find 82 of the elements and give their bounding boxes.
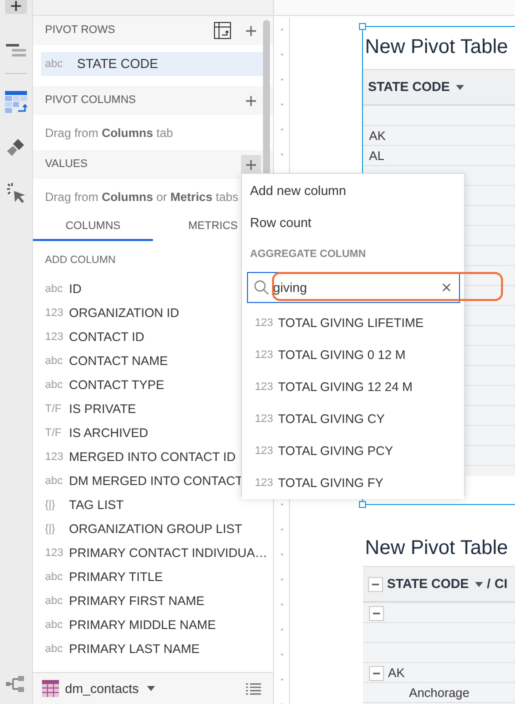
brush-icon[interactable]	[6, 137, 26, 157]
pivot-title: New Pivot Table	[365, 537, 508, 559]
pivot-icon[interactable]	[214, 22, 231, 39]
type-label: abc	[45, 618, 64, 633]
type-label: T/F	[45, 402, 62, 417]
section-title: PIVOT COLUMNS	[45, 93, 137, 108]
plus-icon	[245, 158, 257, 170]
header-separator: /	[486, 575, 490, 594]
column-item[interactable]: ORGANIZATION GROUP LIST	[69, 520, 242, 538]
collapse-icon[interactable]	[368, 576, 383, 592]
clear-icon[interactable]	[442, 283, 451, 292]
collapse-icon[interactable]	[369, 666, 384, 680]
row-label: Anchorage	[409, 684, 470, 702]
resize-handle[interactable]	[359, 23, 366, 30]
tree-icon[interactable]	[6, 676, 26, 692]
layers-icon[interactable]	[6, 44, 26, 58]
section-title: VALUES	[45, 157, 89, 172]
column-item[interactable]: TAG LIST	[69, 496, 124, 514]
menu-item[interactable]: Row count	[242, 207, 464, 239]
add-icon[interactable]	[5, 0, 27, 14]
menu-item[interactable]: 123 TOTAL GIVING LIFETIME	[242, 307, 464, 339]
menu-item[interactable]: 123 TOTAL GIVING PCY	[242, 435, 464, 467]
column-item[interactable]: CONTACT NAME	[69, 352, 168, 370]
plus-icon	[245, 24, 257, 36]
type-label: abc	[45, 378, 64, 393]
add-button[interactable]	[241, 154, 261, 174]
type-label: T/F	[45, 426, 62, 441]
column-item[interactable]: IS ARCHIVED	[69, 424, 148, 442]
type-label: 123	[45, 330, 64, 345]
column-item[interactable]: PRIMARY LAST NAME	[69, 640, 200, 658]
type-label: abc	[45, 594, 64, 609]
column-item[interactable]: IS PRIVATE	[69, 400, 136, 418]
column-item[interactable]: CONTACT ID	[69, 328, 144, 346]
menu-item[interactable]: 123 TOTAL GIVING FY	[242, 467, 464, 499]
caret-icon[interactable]	[456, 84, 464, 90]
type-label: {|}	[45, 498, 56, 513]
row-label: AK	[388, 664, 405, 682]
menu-group-label: AGGREGATE COLUMN	[250, 248, 366, 260]
type-label: abc	[45, 282, 64, 297]
type-label: abc	[45, 354, 64, 369]
column-item[interactable]: MERGED INTO CONTACT ID	[69, 448, 236, 466]
drop-hint: Drag from Columns or Metrics tabs	[45, 188, 238, 206]
row-label: AL	[369, 148, 384, 165]
section-title: PIVOT ROWS	[45, 23, 116, 38]
pivot-table-icon[interactable]	[5, 91, 27, 113]
column-item[interactable]: ORGANIZATION ID	[69, 304, 180, 322]
type-label: 123	[45, 450, 64, 465]
resize-handle[interactable]	[359, 501, 366, 508]
drop-hint: Drag from Columns tab	[45, 124, 174, 142]
pivot-row-field[interactable]: abc STATE CODE	[41, 52, 263, 76]
table-icon	[42, 680, 59, 697]
collapse-icon[interactable]	[369, 606, 384, 620]
source-selector[interactable]: dm_contacts	[65, 678, 139, 698]
row-label: AK	[369, 128, 386, 145]
type-label: 123	[45, 546, 64, 561]
column-header[interactable]: CI	[494, 574, 508, 594]
column-item[interactable]: CONTACT TYPE	[69, 376, 164, 394]
column-item[interactable]: PRIMARY CONTACT INDIVIDUA…	[69, 544, 265, 562]
column-item[interactable]: DM MERGED INTO CONTACT	[69, 472, 243, 490]
column-item[interactable]: PRIMARY FIRST NAME	[69, 592, 204, 610]
type-label: 123	[45, 306, 64, 321]
column-header[interactable]: STATE CODE	[368, 77, 450, 97]
type-label: abc	[45, 642, 64, 657]
menu-item[interactable]: Add new column	[242, 175, 464, 207]
type-label: abc	[45, 474, 64, 489]
menu-item[interactable]: 123 TOTAL GIVING 0 12 M	[242, 339, 464, 371]
list-label: ADD COLUMN	[45, 254, 116, 266]
column-item[interactable]: ID	[69, 280, 82, 298]
plus-icon	[245, 94, 257, 106]
column-header[interactable]: STATE CODE	[387, 574, 469, 594]
menu-item[interactable]: 123 TOTAL GIVING CY	[242, 403, 464, 435]
caret-icon[interactable]	[146, 686, 155, 691]
search-icon	[254, 280, 269, 295]
menu-item[interactable]: 123 TOTAL GIVING 12 24 M	[242, 371, 464, 403]
type-label: {|}	[45, 522, 56, 537]
type-label: abc	[45, 570, 64, 585]
pivot-title: New Pivot Table	[365, 36, 508, 58]
cursor-icon[interactable]	[6, 183, 26, 205]
column-item[interactable]: PRIMARY TITLE	[69, 568, 163, 586]
column-item[interactable]: PRIMARY MIDDLE NAME	[69, 616, 216, 634]
caret-icon[interactable]	[474, 582, 483, 586]
list-icon[interactable]	[246, 682, 261, 694]
